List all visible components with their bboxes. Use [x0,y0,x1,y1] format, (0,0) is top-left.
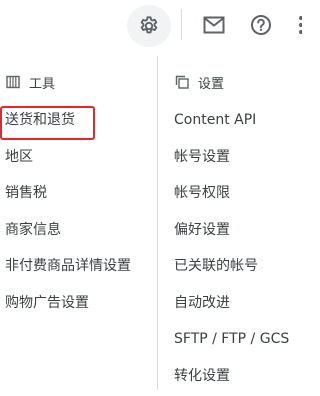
gear-icon [140,16,158,34]
menu-item-preferences[interactable]: 偏好设置 [158,212,303,249]
settings-heading-label: 设置 [198,76,225,92]
menu-item-shipping-returns[interactable]: 送货和退货 [0,102,150,139]
toolbar-divider [181,9,182,40]
more-icon [299,16,302,34]
help-icon [251,15,271,35]
settings-heading: 设置 [158,62,303,102]
menu-item-sales-tax[interactable]: 销售税 [0,175,150,212]
menu-item-linked-accounts[interactable]: 已关联的帐号 [158,248,303,285]
menu-item-regions[interactable]: 地区 [0,139,150,176]
mail-button[interactable] [197,8,231,42]
mail-icon [203,16,225,34]
tools-heading-label: 工具 [29,76,56,92]
tools-column: 工具 送货和退货 地区 销售税 商家信息 非付费商品详情设置 购物广告设置 [0,62,150,321]
menu-item-free-listings-settings[interactable]: 非付费商品详情设置 [0,248,150,285]
tools-icon [6,75,20,89]
menu-item-account-settings[interactable]: 帐号设置 [158,139,303,176]
more-button[interactable] [292,8,302,42]
tools-heading: 工具 [0,62,150,102]
top-toolbar [0,0,302,50]
menu-item-business-info[interactable]: 商家信息 [0,212,150,249]
menu-item-sftp-ftp-gcs[interactable]: SFTP / FTP / GCS [158,321,303,358]
menu-item-conversion-settings[interactable]: 转化设置 [158,358,303,395]
menu-item-account-access[interactable]: 帐号权限 [158,175,303,212]
settings-button[interactable] [127,5,171,47]
menu-item-automatic-improvements[interactable]: 自动改进 [158,285,303,322]
menu-item-shopping-ads-settings[interactable]: 购物广告设置 [0,285,150,322]
help-button[interactable] [244,8,278,42]
settings-column: 设置 Content API 帐号设置 帐号权限 偏好设置 已关联的帐号 自动改… [157,56,303,390]
menu-item-content-api[interactable]: Content API [158,102,303,139]
settings-icon [175,75,189,89]
